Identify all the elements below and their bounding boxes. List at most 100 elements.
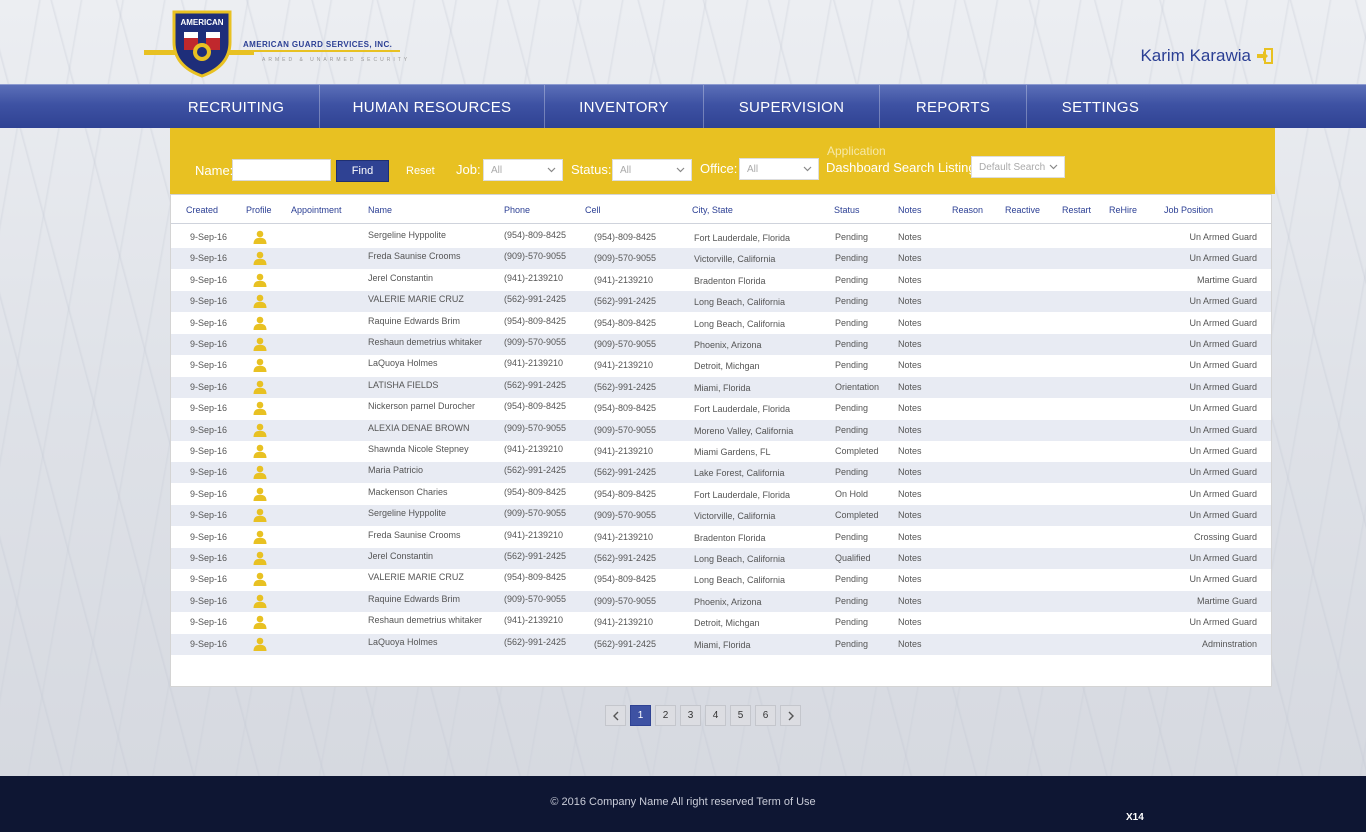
profile-icon[interactable] (253, 637, 267, 651)
table-row[interactable]: 9-Sep-16 Sergeline Hyppolite (954)-809-842… (171, 227, 1271, 248)
cell-notes[interactable]: Notes (898, 489, 922, 499)
cell-notes[interactable]: Notes (898, 425, 922, 435)
profile-icon[interactable] (253, 594, 267, 608)
sign-out-icon[interactable] (1256, 47, 1274, 65)
profile-icon[interactable] (253, 551, 267, 565)
cell-notes[interactable]: Notes (898, 232, 922, 242)
profile-icon[interactable] (253, 251, 267, 266)
col-profile[interactable]: Profile (246, 205, 272, 215)
company-shield-logo[interactable]: AMERICAN (170, 8, 234, 78)
col-cell[interactable]: Cell (585, 205, 601, 215)
col-reactive[interactable]: Reactive (1005, 205, 1040, 215)
job-select[interactable]: All (483, 159, 563, 181)
profile-icon[interactable] (253, 615, 267, 630)
cell-notes[interactable]: Notes (898, 510, 922, 520)
col-job-position[interactable]: Job Position (1164, 205, 1213, 215)
cell-notes[interactable]: Notes (898, 574, 922, 584)
cell-notes[interactable]: Notes (898, 360, 922, 370)
page-button-3[interactable]: 3 (680, 705, 701, 726)
col-created[interactable]: Created (186, 205, 218, 215)
cell-notes[interactable]: Notes (898, 296, 922, 306)
profile-icon[interactable] (253, 273, 267, 287)
dashboard-search-select[interactable]: Default Search (971, 156, 1065, 178)
office-select[interactable]: All (739, 158, 819, 180)
profile-icon[interactable] (253, 230, 267, 244)
cell-notes[interactable]: Notes (898, 639, 922, 649)
table-row[interactable]: 9-Sep-16 Raquine Edwards Brim (909)-570-90… (171, 590, 1271, 612)
cell-notes[interactable]: Notes (898, 382, 922, 392)
nav-supervision[interactable]: SUPERVISION (704, 85, 880, 129)
page-button-1[interactable]: 1 (630, 705, 651, 726)
profile-icon[interactable] (253, 380, 267, 394)
cell-notes[interactable]: Notes (898, 275, 922, 285)
cell-notes[interactable]: Notes (898, 318, 922, 328)
cell-notes[interactable]: Notes (898, 532, 922, 542)
cell-notes[interactable]: Notes (898, 403, 922, 413)
reset-button[interactable]: Reset (406, 165, 435, 177)
nav-human-resources[interactable]: HUMAN RESOURCES (320, 85, 545, 129)
table-row[interactable]: 9-Sep-16 Jerel Constantin (941)-2139210 (94… (171, 270, 1271, 291)
table-row[interactable]: 9-Sep-16 Raquine Edwards Brim (954)-809-84… (171, 313, 1271, 334)
cell-notes[interactable]: Notes (898, 467, 922, 477)
nav-reports[interactable]: REPORTS (880, 85, 1027, 129)
profile-icon[interactable] (253, 465, 267, 480)
page-button-2[interactable]: 2 (655, 705, 676, 726)
col-notes[interactable]: Notes (898, 205, 922, 215)
col-name[interactable]: Name (368, 205, 392, 215)
profile-icon[interactable] (253, 530, 267, 544)
col-reason[interactable]: Reason (952, 205, 983, 215)
table-row[interactable]: 9-Sep-16 Shawnda Nicole Stepney (941)-2139… (171, 441, 1271, 462)
table-row[interactable]: 9-Sep-16 Reshaun demetrius whitaker (941)-… (171, 612, 1271, 633)
table-row[interactable]: 9-Sep-16 Maria Patricio (562)-991-2425 (562… (171, 462, 1271, 484)
name-search-input[interactable] (232, 159, 331, 181)
cell-notes[interactable]: Notes (898, 446, 922, 456)
table-row[interactable]: 9-Sep-16 Nickerson parnel Durocher (954)-8… (171, 398, 1271, 419)
profile-icon[interactable] (253, 572, 267, 587)
profile-icon[interactable] (253, 358, 267, 373)
cell-phone: (954)-809-8425 (504, 486, 567, 497)
profile-icon[interactable] (253, 316, 267, 330)
profile-icon[interactable] (253, 423, 267, 437)
profile-icon[interactable] (253, 294, 267, 309)
table-row[interactable]: 9-Sep-16 VALERIE MARIE CRUZ (954)-809-8425… (171, 569, 1271, 590)
col-rehire[interactable]: ReHire (1109, 205, 1137, 215)
col-status[interactable]: Status (834, 205, 860, 215)
table-row[interactable]: 9-Sep-16 Jerel Constantin (562)-991-2425 (5… (171, 548, 1271, 569)
nav-recruiting[interactable]: RECRUITING (153, 85, 320, 129)
status-select[interactable]: All (612, 159, 692, 181)
page-button-4[interactable]: 4 (705, 705, 726, 726)
table-row[interactable]: 9-Sep-16 Reshaun demetrius whitaker (909)-… (171, 334, 1271, 355)
cell-notes[interactable]: Notes (898, 617, 922, 627)
table-row[interactable]: 9-Sep-16 Mackenson Charies (954)-809-8425 (… (171, 484, 1271, 505)
table-row[interactable]: 9-Sep-16 LaQuoya Holmes (941)-2139210 (941)… (171, 355, 1271, 376)
prev-page-button[interactable] (605, 705, 626, 726)
nav-inventory[interactable]: INVENTORY (545, 85, 704, 129)
cell-notes[interactable]: Notes (898, 253, 922, 263)
next-page-button[interactable] (780, 705, 801, 726)
col-restart[interactable]: Restart (1062, 205, 1091, 215)
profile-icon[interactable] (253, 508, 267, 523)
profile-icon[interactable] (253, 444, 267, 458)
table-row[interactable]: 9-Sep-16 Freda Saunise Crooms (941)-213921… (171, 527, 1271, 548)
company-name: AMERICAN GUARD SERVICES, INC. (243, 40, 393, 49)
cell-notes[interactable]: Notes (898, 339, 922, 349)
col-phone[interactable]: Phone (504, 205, 530, 215)
profile-icon[interactable] (253, 401, 267, 416)
cell-notes[interactable]: Notes (898, 553, 922, 563)
table-row[interactable]: 9-Sep-16 Sergeline Hyppolite (909)-570-905… (171, 505, 1271, 527)
nav-settings[interactable]: SETTINGS (1027, 85, 1174, 129)
page-button-5[interactable]: 5 (730, 705, 751, 726)
table-row[interactable]: 9-Sep-16 VALERIE MARIE CRUZ (562)-991-2425… (171, 291, 1271, 313)
profile-icon[interactable] (253, 337, 267, 351)
table-row[interactable]: 9-Sep-16 ALEXIA DENAE BROWN (909)-570-9055… (171, 419, 1271, 441)
page-button-6[interactable]: 6 (755, 705, 776, 726)
user-menu[interactable]: Karim Karawia (1140, 46, 1274, 66)
table-row[interactable]: 9-Sep-16 LaQuoya Holmes (562)-991-2425 (562… (171, 633, 1271, 655)
col-city-state[interactable]: City, State (692, 205, 733, 215)
profile-icon[interactable] (253, 487, 267, 501)
cell-notes[interactable]: Notes (898, 596, 922, 606)
table-row[interactable]: 9-Sep-16 Freda Saunise Crooms (909)-570-90… (171, 248, 1271, 270)
col-appointment[interactable]: Appointment (291, 205, 342, 215)
find-button[interactable]: Find (336, 160, 389, 182)
table-row[interactable]: 9-Sep-16 LATISHA FIELDS (562)-991-2425 (562… (171, 376, 1271, 398)
